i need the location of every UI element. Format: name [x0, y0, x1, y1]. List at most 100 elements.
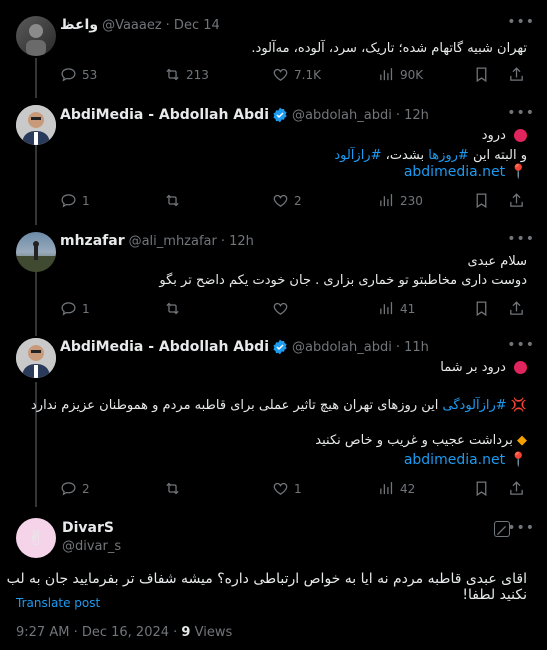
timestamp[interactable]: · 12h: [221, 234, 254, 249]
reply-count: 53: [82, 67, 98, 82]
more-options-icon[interactable]: •••: [507, 337, 535, 353]
avatar[interactable]: [16, 232, 56, 272]
reply-button[interactable]: 1: [60, 300, 90, 317]
reply-button[interactable]: 2: [60, 480, 90, 497]
handle[interactable]: @Vaaaez: [102, 18, 162, 33]
share-button[interactable]: [508, 66, 525, 83]
timestamp[interactable]: · Dec 14: [166, 18, 220, 33]
retweet-button[interactable]: 213: [164, 66, 209, 83]
tweet-header: AbdiMedia - Abdollah Abdi @abdolah_abdi …: [60, 339, 429, 355]
bookmark-icon: [476, 67, 487, 83]
diamond-icon: ◆: [517, 433, 527, 448]
more-options-icon[interactable]: •••: [507, 231, 535, 247]
retweet-button[interactable]: [164, 480, 186, 497]
tweet-text: تهران شبیه گاتهام شده؛ تاریک، سرد، آلوده…: [251, 41, 527, 56]
handle[interactable]: @ali_mhzafar: [129, 234, 217, 249]
website-link[interactable]: abdimedia.net: [404, 452, 505, 468]
tweet-header: AbdiMedia - Abdollah Abdi @abdolah_abdi …: [60, 107, 429, 123]
tweet-abdimedia-1[interactable]: AbdiMedia - Abdollah Abdi @abdolah_abdi …: [0, 100, 547, 226]
hashtag-link[interactable]: #روزها: [428, 148, 469, 163]
retweet-icon: [166, 68, 179, 81]
translate-post-link[interactable]: Translate post: [16, 596, 100, 610]
handle[interactable]: @divar_s: [62, 539, 121, 554]
views-count: 42: [400, 481, 416, 496]
bookmark-icon: [476, 301, 487, 317]
retweet-button[interactable]: [164, 300, 186, 317]
tweet-vaaaez[interactable]: واعظ @Vaaaez · Dec 14 ••• تهران شبیه گات…: [0, 0, 547, 100]
share-button[interactable]: [508, 480, 525, 497]
like-count: 1: [294, 481, 302, 496]
tweet-text-line: دوست داری مخاطبتو تو خماری بزاری . جان خ…: [159, 273, 527, 288]
tweet-actions: 53 213 7.1K 90K: [60, 66, 530, 86]
bookmark-button[interactable]: [473, 192, 490, 209]
avatar[interactable]: [16, 105, 56, 145]
views-label: Views: [194, 625, 233, 640]
display-name[interactable]: mhzafar: [60, 233, 125, 249]
reply-icon: [61, 68, 76, 82]
share-icon: [510, 481, 523, 495]
views-count: 9: [181, 625, 191, 640]
retweet-icon: [166, 482, 179, 495]
hashtag-link[interactable]: #رازآلود: [334, 148, 381, 163]
share-icon: [510, 67, 523, 81]
hashtag-link[interactable]: #رازآلودگی: [443, 398, 507, 413]
share-button[interactable]: [508, 192, 525, 209]
tweet-text-line: سلام عبدی: [467, 254, 527, 269]
views-button[interactable]: 41: [378, 300, 415, 317]
verified-badge-icon: [273, 107, 287, 123]
display-name[interactable]: DivarS: [62, 520, 114, 536]
reply-button[interactable]: 53: [60, 66, 97, 83]
avatar[interactable]: [16, 16, 56, 56]
timestamp[interactable]: · 12h: [396, 108, 429, 123]
views-button[interactable]: 90K: [378, 66, 423, 83]
views-icon: [380, 482, 393, 495]
reply-count: 1: [82, 193, 90, 208]
timestamp[interactable]: · 11h: [396, 340, 429, 355]
like-button[interactable]: 1: [272, 480, 302, 497]
tweet-link-line: 📍 abdimedia.net: [404, 164, 527, 180]
tweet-abdimedia-2[interactable]: AbdiMedia - Abdollah Abdi @abdolah_abdi …: [0, 332, 547, 510]
display-name[interactable]: واعظ: [60, 17, 98, 33]
display-name[interactable]: AbdiMedia - Abdollah Abdi: [60, 107, 269, 123]
tweet-text-line: ◆ برداشت عجیب و غریب و خاص نکنید: [315, 433, 527, 448]
post-timestamp[interactable]: 9:27 AM · Dec 16, 2024 ·: [16, 625, 177, 640]
handle[interactable]: @abdolah_abdi: [292, 108, 392, 123]
display-name[interactable]: AbdiMedia - Abdollah Abdi: [60, 339, 269, 355]
views-button[interactable]: 230: [378, 192, 423, 209]
avatar[interactable]: ✌: [16, 518, 56, 558]
avatar[interactable]: [16, 338, 56, 378]
red-circle-icon: [514, 129, 527, 142]
more-options-icon[interactable]: •••: [507, 520, 535, 536]
views-count: 90K: [400, 67, 424, 82]
more-options-icon[interactable]: •••: [507, 105, 535, 121]
main-tweet[interactable]: ✌ DivarS @divar_s ••• اقای عبدی قاطبه مر…: [0, 510, 547, 650]
pin-icon: 📍: [509, 164, 527, 180]
tweet-mhzafar[interactable]: mhzafar @ali_mhzafar · 12h ••• سلام عبدی…: [0, 226, 547, 332]
retweet-icon: [166, 194, 179, 207]
bookmark-button[interactable]: [473, 66, 490, 83]
website-link[interactable]: abdimedia.net: [404, 164, 505, 180]
like-button[interactable]: 7.1K: [272, 66, 321, 83]
tweet-timestamp-line: 9:27 AM · Dec 16, 2024 · 9 Views: [16, 625, 232, 640]
reply-count: 1: [82, 301, 90, 316]
bookmark-button[interactable]: [473, 480, 490, 497]
like-button[interactable]: [272, 300, 294, 317]
views-icon: [380, 194, 393, 207]
share-icon: [510, 193, 523, 207]
victory-hand-icon: ✌: [27, 526, 45, 550]
views-button[interactable]: 42: [378, 480, 415, 497]
share-icon: [510, 301, 523, 315]
more-options-icon[interactable]: •••: [507, 14, 535, 30]
like-count: 2: [294, 193, 302, 208]
share-button[interactable]: [508, 300, 525, 317]
tweet-header: mhzafar @ali_mhzafar · 12h: [60, 233, 254, 249]
handle[interactable]: @abdolah_abdi: [292, 340, 392, 355]
retweet-button[interactable]: [164, 192, 186, 209]
reply-button[interactable]: 1: [60, 192, 90, 209]
bookmark-icon: [476, 481, 487, 497]
pin-icon: 📍: [509, 452, 527, 468]
bookmark-icon: [476, 193, 487, 209]
bookmark-button[interactable]: [473, 300, 490, 317]
like-button[interactable]: 2: [272, 192, 302, 209]
verified-badge-icon: [273, 339, 287, 355]
